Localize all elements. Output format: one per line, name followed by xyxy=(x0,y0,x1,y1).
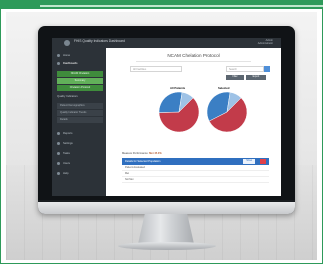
facility-select[interactable]: All Facilities xyxy=(130,66,182,72)
sidebar: Home Dashboards NCAM Chelation Summary C… xyxy=(52,48,106,196)
sidebar-sub-protocol[interactable]: Chelation Protocol xyxy=(57,85,103,91)
filter-button[interactable]: Filter xyxy=(226,75,244,80)
users-icon xyxy=(57,162,60,165)
chart-title: Selected xyxy=(218,86,230,90)
search-input[interactable]: Search xyxy=(226,66,264,72)
sidebar-item-users[interactable]: Users xyxy=(57,162,70,165)
product-photo: FHIS Quality Indicators Dashboard Admin … xyxy=(6,12,317,260)
monitor-chin xyxy=(38,202,295,214)
app-logo-icon xyxy=(64,40,70,46)
monitor: FHIS Quality Indicators Dashboard Admin … xyxy=(38,26,295,214)
dashboard-icon xyxy=(57,62,60,65)
pie-chart-right xyxy=(206,91,248,133)
page-title: NCAM Chelation Protocol xyxy=(167,53,220,58)
table-row: Not Met xyxy=(122,177,269,183)
user-role: Administrator xyxy=(257,42,273,45)
monitor-stand xyxy=(138,214,194,244)
sidebar-sub-chelation[interactable]: NCAM Chelation xyxy=(57,71,103,77)
chart-title: All Patients xyxy=(170,86,186,90)
task-icon xyxy=(57,152,60,155)
monitor-screen: FHIS Quality Indicators Dashboard Admin … xyxy=(52,38,281,196)
sidebar-section-item[interactable]: Quality Indicator Trends xyxy=(57,110,103,116)
sidebar-item-help[interactable]: Help xyxy=(57,172,69,175)
export-button[interactable]: Export xyxy=(246,75,266,80)
top-banner xyxy=(0,0,323,9)
title-divider xyxy=(136,61,251,62)
pie-chart-svg xyxy=(158,91,200,133)
report-icon xyxy=(57,132,60,135)
main-panel: NCAM Chelation Protocol All Facilities S… xyxy=(106,48,281,196)
sidebar-item-home[interactable]: Home xyxy=(57,54,70,57)
pie-chart-svg xyxy=(206,91,248,133)
monitor-base xyxy=(118,242,216,250)
show-toggle[interactable]: Show xyxy=(243,159,255,164)
sidebar-section-item[interactable]: Patient Demographics xyxy=(57,103,103,109)
sidebar-section-label: Quality Indicators xyxy=(57,95,78,98)
table-header-title: Details for Selected Population xyxy=(125,160,161,163)
sidebar-section-item[interactable]: Details xyxy=(57,117,103,123)
gear-icon xyxy=(57,142,60,145)
sidebar-item-dashboards[interactable]: Dashboards xyxy=(57,62,78,65)
sidebar-item-tasks[interactable]: Tasks xyxy=(57,152,70,155)
table-header: Details for Selected Population Show xyxy=(122,158,269,165)
close-icon[interactable] xyxy=(260,159,266,164)
app-title: FHIS Quality Indicators Dashboard xyxy=(74,39,125,43)
sidebar-item-reports[interactable]: Reports xyxy=(57,132,72,135)
pie-slice-not-met xyxy=(158,91,183,113)
table-caption: Measure Performance: Met 45.0% xyxy=(122,152,162,155)
help-icon xyxy=(57,172,60,175)
sidebar-sub-summary[interactable]: Summary xyxy=(57,78,103,84)
user-menu[interactable]: Admin Administrator xyxy=(258,39,273,45)
pie-chart-left xyxy=(158,91,200,133)
sidebar-item-settings[interactable]: Settings xyxy=(57,142,73,145)
search-button[interactable] xyxy=(264,66,270,72)
app-header: FHIS Quality Indicators Dashboard Admin … xyxy=(52,38,281,48)
home-icon xyxy=(57,54,60,57)
